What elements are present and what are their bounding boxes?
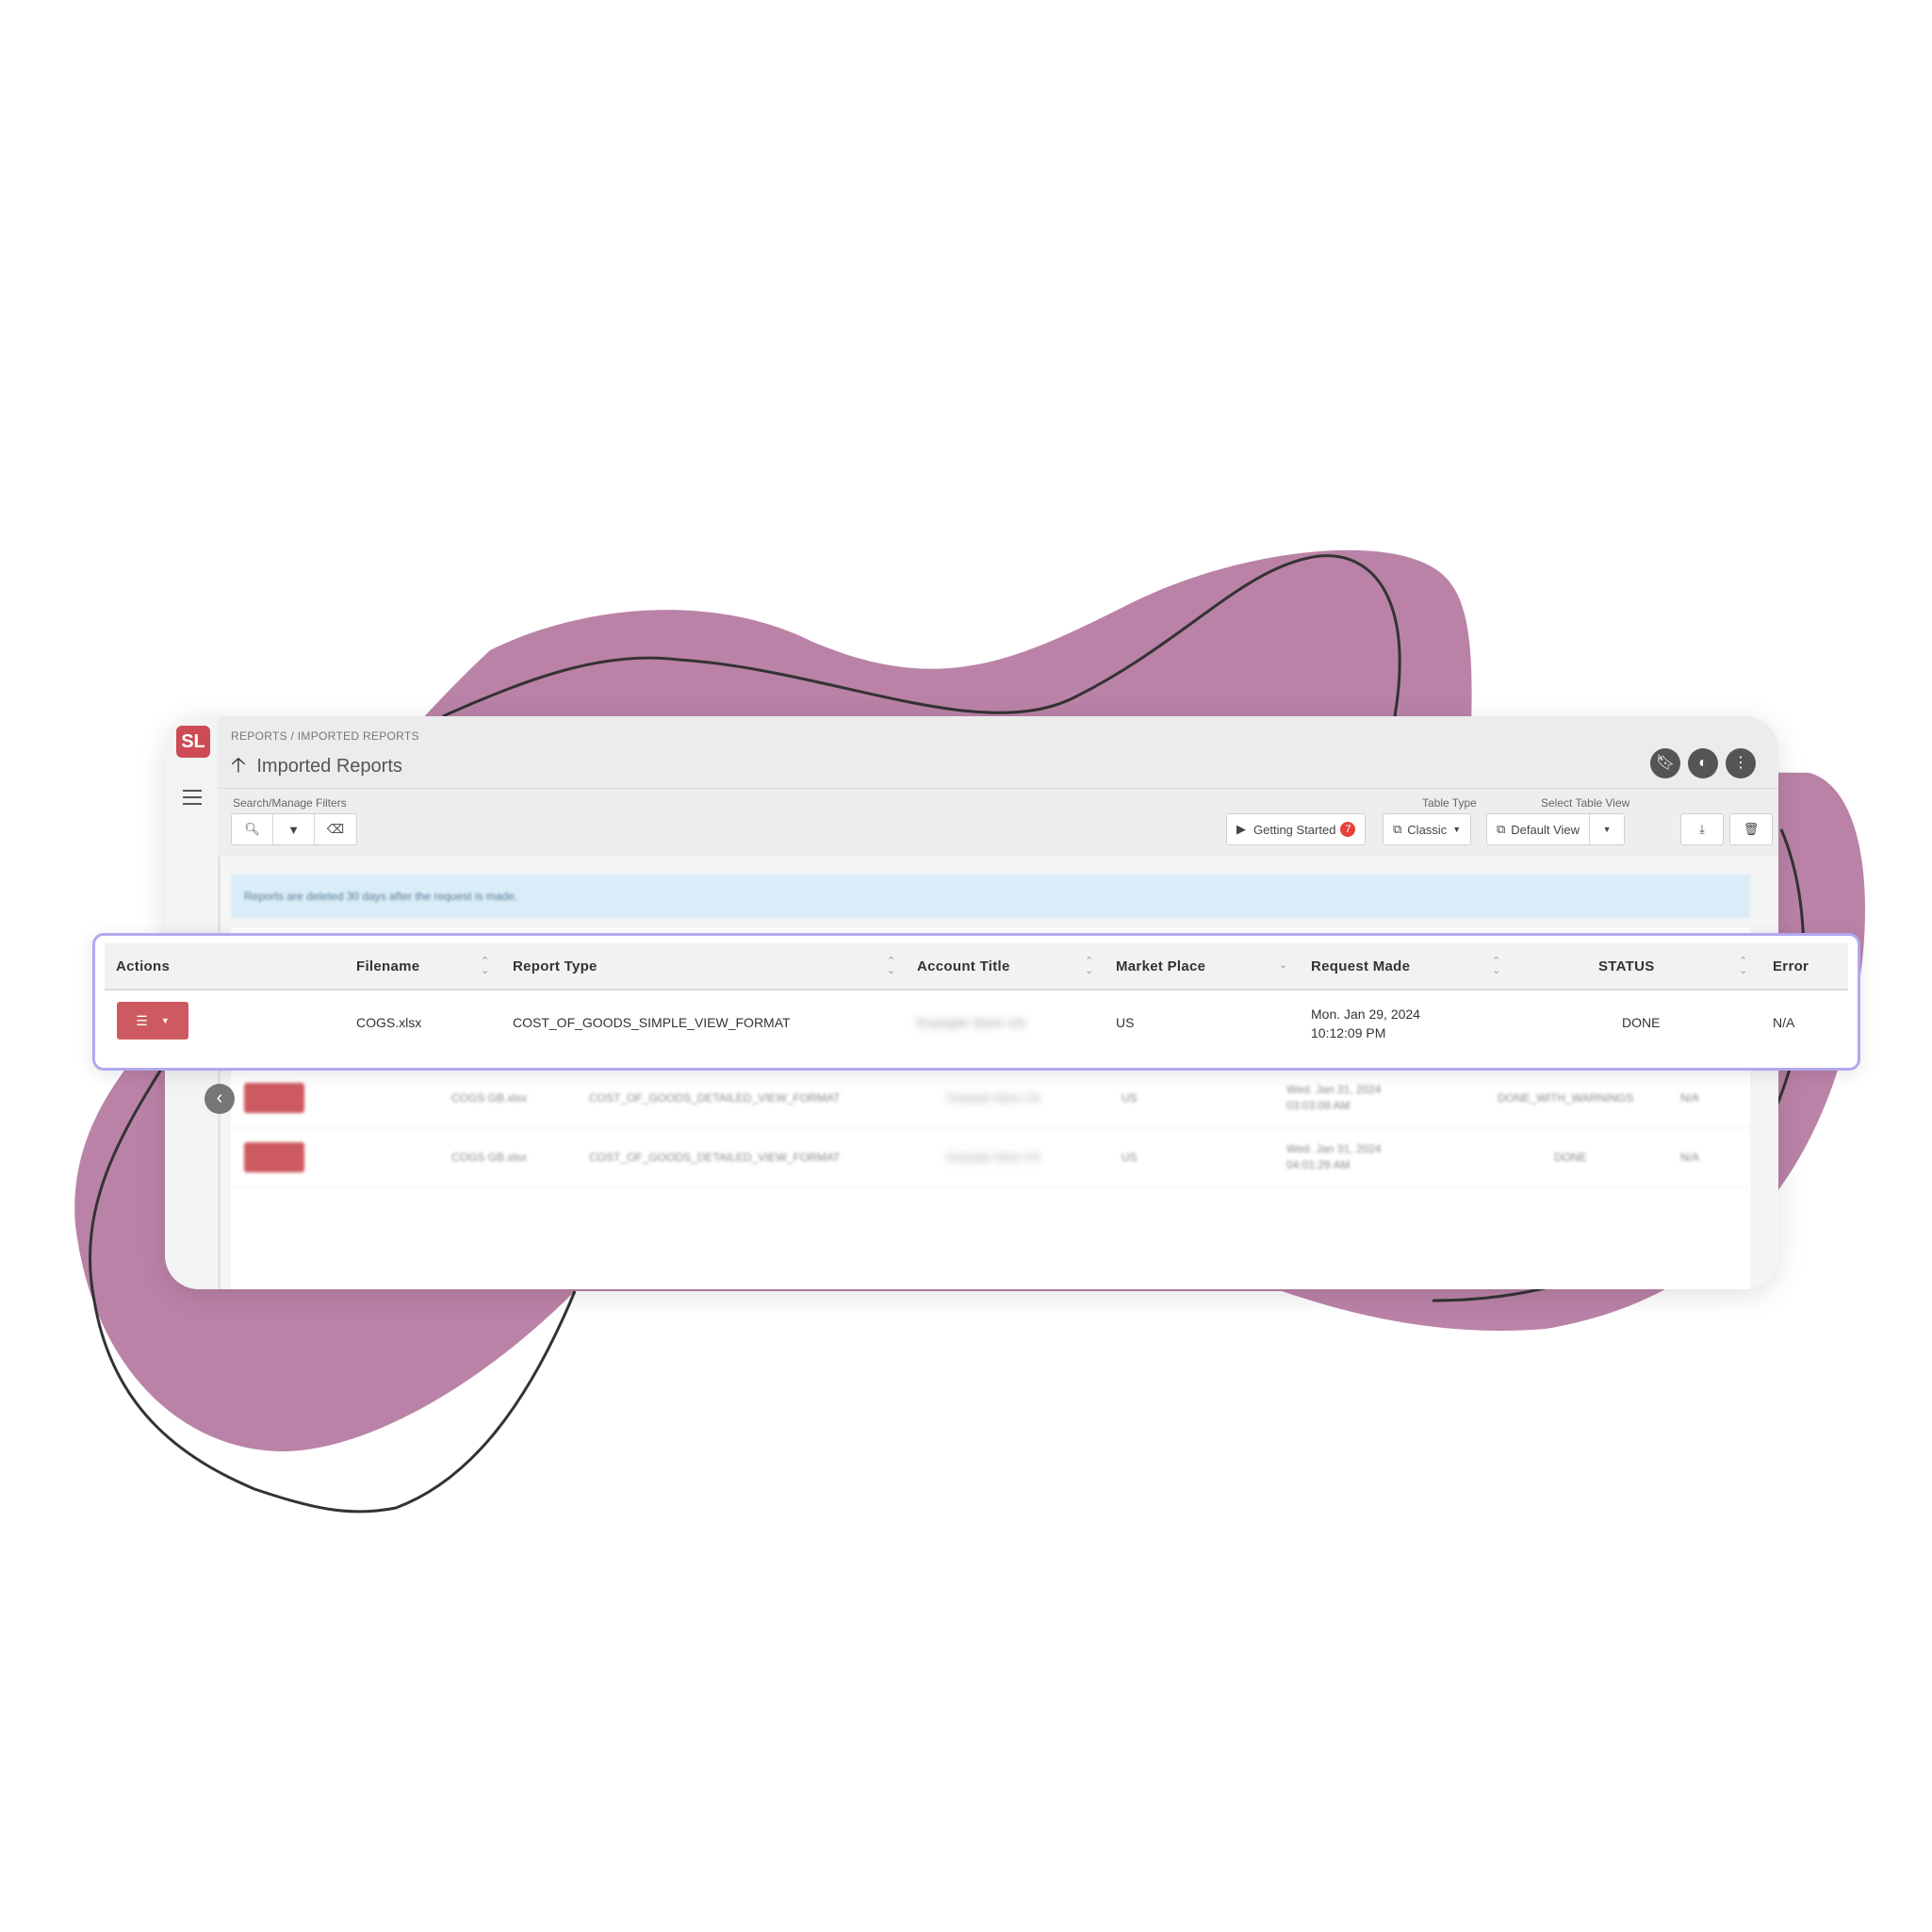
- row-status: DONE: [1554, 1151, 1587, 1164]
- table-type-label: Table Type: [1422, 796, 1477, 810]
- row-market-place: US: [1122, 1151, 1138, 1164]
- delete-group: 🗑︎: [1729, 813, 1773, 845]
- search-icon[interactable]: 🔍︎: [232, 814, 273, 844]
- more-vertical-icon[interactable]: ⋮: [1726, 748, 1756, 778]
- column-header-status[interactable]: STATUS: [1598, 958, 1655, 974]
- sort-icon[interactable]: ⌃ ⌄: [887, 957, 895, 976]
- row-request-time: 10:12:09 PM: [1311, 1025, 1386, 1040]
- table-type-dropdown[interactable]: ⧉ Classic ▼: [1383, 813, 1472, 845]
- column-header-error[interactable]: Error: [1773, 958, 1809, 974]
- row-market-place: US: [1122, 1091, 1138, 1105]
- table-row: COGS GB.xlsx COST_OF_GOODS_DETAILED_VIEW…: [231, 1069, 1750, 1128]
- row-filename: COGS.xlsx: [356, 1015, 422, 1030]
- column-header-account-title[interactable]: Account Title: [917, 958, 1010, 974]
- row-request-date: Wed. Jan 31, 2024: [1286, 1142, 1382, 1155]
- row-request-time: 04:01:29 AM: [1286, 1158, 1351, 1171]
- sort-icon[interactable]: ⌃ ⌄: [1085, 957, 1093, 976]
- trash-icon[interactable]: 🗑︎: [1730, 814, 1772, 844]
- download-icon[interactable]: ⤓: [1681, 814, 1723, 844]
- sort-icon[interactable]: ⌃ ⌄: [481, 957, 489, 976]
- chevron-down-icon: ▼: [160, 1016, 170, 1025]
- clear-filter-icon[interactable]: ⌫: [315, 814, 356, 844]
- contrast-icon[interactable]: ◐: [1688, 748, 1718, 778]
- row-market-place: US: [1116, 1015, 1135, 1030]
- filters-label: Search/Manage Filters: [233, 796, 347, 810]
- chevron-down-icon: ▼: [1602, 825, 1612, 834]
- row-actions-button[interactable]: ☰ ▼: [117, 1002, 188, 1040]
- row-report-type: COST_OF_GOODS_DETAILED_VIEW_FORMAT: [589, 1091, 841, 1105]
- breadcrumb[interactable]: REPORTS / IMPORTED REPORTS: [231, 729, 419, 743]
- row-account-title: Example Store US: [947, 1091, 1040, 1105]
- row-error: N/A: [1680, 1091, 1700, 1105]
- row-request-made: Wed. Jan 31, 2024 04:01:29 AM: [1286, 1141, 1382, 1173]
- toolbar: Search/Manage Filters 🔍︎ ▼ ⌫ ▶ Getting S…: [218, 789, 1778, 857]
- sort-icon[interactable]: ⌃ ⌄: [1492, 957, 1500, 976]
- header-actions: 🔖︎ ◐ ⋮: [1650, 748, 1756, 778]
- row-request-made: Wed. Jan 31, 2024 03:03:09 AM: [1286, 1082, 1382, 1114]
- page-header: REPORTS / IMPORTED REPORTS 🡡 Imported Re…: [218, 716, 1778, 789]
- bookmark-icon[interactable]: 🔖︎: [1650, 748, 1680, 778]
- collapse-sidebar-button[interactable]: ‹: [205, 1084, 235, 1114]
- notification-badge: 7: [1340, 822, 1356, 837]
- highlighted-report-row: Actions Filename ⌃ ⌄ Report Type ⌃ ⌄ Accou…: [92, 933, 1860, 1071]
- row-error: N/A: [1680, 1151, 1700, 1164]
- getting-started-button[interactable]: ▶ Getting Started 7: [1227, 814, 1365, 844]
- page-title-row: 🡡 Imported Reports: [231, 749, 402, 785]
- table-view-value: Default View: [1511, 822, 1580, 837]
- table-row: COGS GB.xlsx COST_OF_GOODS_DETAILED_VIEW…: [231, 1128, 1750, 1187]
- sort-descending-icon[interactable]: ⌄: [1279, 960, 1287, 971]
- info-notice: Reports are deleted 30 days after the re…: [231, 875, 1750, 918]
- column-header-actions: Actions: [116, 958, 171, 974]
- column-header-request-made[interactable]: Request Made: [1311, 958, 1410, 974]
- row-account-title: Example Store US: [947, 1151, 1040, 1164]
- table-view-label: Select Table View: [1541, 796, 1630, 810]
- download-group: ⤓: [1680, 813, 1724, 845]
- table-header: Actions Filename ⌃ ⌄ Report Type ⌃ ⌄ Accou…: [105, 943, 1848, 991]
- row-filename: COGS GB.xlsx: [451, 1091, 528, 1105]
- chevron-down-icon: ▼: [1452, 825, 1462, 834]
- row-request-date: Wed. Jan 31, 2024: [1286, 1083, 1382, 1096]
- row-request-made: Mon. Jan 29, 2024 10:12:09 PM: [1311, 1005, 1420, 1042]
- page-title: Imported Reports: [256, 756, 402, 777]
- app-logo[interactable]: SL: [176, 726, 210, 758]
- table-type-button[interactable]: ⧉ Classic ▼: [1384, 814, 1470, 844]
- column-header-filename[interactable]: Filename: [356, 958, 419, 974]
- row-error: N/A: [1773, 1015, 1795, 1030]
- row-account-title: Example Store US: [917, 1015, 1026, 1030]
- row-report-type: COST_OF_GOODS_DETAILED_VIEW_FORMAT: [589, 1151, 841, 1164]
- filter-icon[interactable]: ▼: [273, 814, 315, 844]
- menu-icon[interactable]: [183, 790, 202, 810]
- menu-icon: ☰: [136, 1012, 148, 1028]
- column-header-report-type[interactable]: Report Type: [513, 958, 598, 974]
- getting-started-group: ▶ Getting Started 7: [1226, 813, 1367, 845]
- row-actions-button[interactable]: [244, 1142, 304, 1172]
- row-status: DONE_WITH_WARNINGS: [1498, 1091, 1634, 1105]
- table-view-button[interactable]: ⧉ Default View: [1487, 814, 1591, 844]
- copy-icon: ⧉: [1393, 822, 1402, 836]
- row-request-date: Mon. Jan 29, 2024: [1311, 1007, 1420, 1022]
- sort-icon[interactable]: ⌃ ⌄: [1739, 957, 1747, 976]
- column-header-market-place[interactable]: Market Place: [1116, 958, 1205, 974]
- copy-icon: ⧉: [1497, 822, 1506, 836]
- row-actions-button[interactable]: [244, 1083, 304, 1113]
- getting-started-label: Getting Started: [1253, 822, 1336, 837]
- table-row: ☰ ▼ COGS.xlsx COST_OF_GOODS_SIMPLE_VIEW_…: [105, 991, 1848, 1056]
- row-report-type: COST_OF_GOODS_SIMPLE_VIEW_FORMAT: [513, 1015, 791, 1030]
- table-type-value: Classic: [1407, 822, 1448, 837]
- play-icon: ▶: [1236, 822, 1246, 836]
- arrow-up-icon: 🡡: [231, 753, 246, 777]
- table-view-group: ⧉ Default View ▼: [1486, 813, 1626, 845]
- row-status: DONE: [1622, 1015, 1661, 1030]
- chevron-left-icon: ‹: [216, 1088, 223, 1108]
- filter-button-group: 🔍︎ ▼ ⌫: [231, 813, 357, 845]
- row-request-time: 03:03:09 AM: [1286, 1099, 1351, 1112]
- table-view-dropdown-toggle[interactable]: ▼: [1590, 814, 1624, 844]
- row-filename: COGS GB.xlsx: [451, 1151, 528, 1164]
